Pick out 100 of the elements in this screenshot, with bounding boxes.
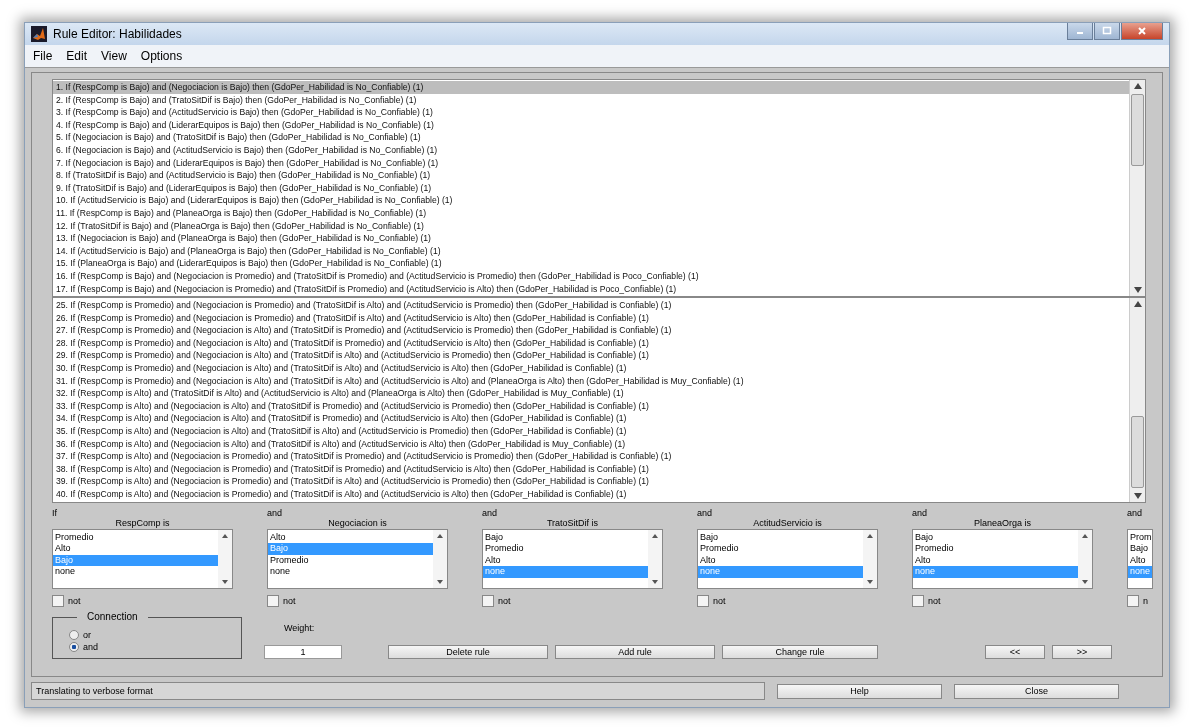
scroll-down-icon[interactable] xyxy=(1133,492,1142,499)
rule-item[interactable]: 6. If (Negociacion is Bajo) and (ActitudServicio is Bajo) then (GdoPer_Habilidad is No_Confiable) (1) xyxy=(53,143,1129,157)
footer-button[interactable]: Close xyxy=(954,683,1119,699)
rule-button[interactable]: Change rule xyxy=(722,644,878,659)
option-item[interactable]: Alto xyxy=(483,554,648,567)
rule-item[interactable]: 27. If (RespComp is Promedio) and (Negociacion is Alto) and (TratoSitDif is Promedio) and (ActitudServicio is Promedio) then (GdoPer_Habilidad is Confiable) (1) xyxy=(53,324,1129,337)
scroll-up-icon[interactable] xyxy=(652,533,658,538)
option-item[interactable]: Promedio xyxy=(483,543,648,555)
rule-item[interactable]: 12. If (TratoSitDif is Bajo) and (PlaneaOrga is Bajo) then (GdoPer_Habilidad is No_Confiable) (1) xyxy=(53,219,1129,233)
rule-item[interactable]: 37. If (RespComp is Alto) and (Negociacion is Promedio) and (TratoSitDif is Promedio) and (ActitudServicio is Promedio) then (GdoPer_Habilidad is Confiable) (1) xyxy=(53,450,1129,463)
rule-item[interactable]: 4. If (RespComp is Bajo) and (LiderarEquipos is Bajo) then (GdoPer_Habilidad is No_Confiable) (1) xyxy=(53,118,1129,132)
scroll-down-icon[interactable] xyxy=(652,579,658,584)
status-field: Translating to verbose format xyxy=(31,682,765,700)
variable-label: ActitudServicio is xyxy=(752,517,823,529)
rule-button[interactable]: << xyxy=(985,644,1045,659)
option-item[interactable]: Bajo xyxy=(1128,543,1152,555)
not-checkbox[interactable] xyxy=(1127,594,1139,607)
minimize-button[interactable] xyxy=(1067,23,1093,40)
option-item[interactable]: Bajo xyxy=(483,531,648,544)
option-item[interactable]: Alto xyxy=(913,554,1078,567)
rule-item[interactable]: 31. If (RespComp is Promedio) and (Negociacion is Alto) and (TratoSitDif is Alto) and (ActitudServicio is Alto) and (PlaneaOrga is Alto) then (GdoPer_Habilidad is Muy_Confiable) (1) xyxy=(53,374,1129,388)
scroll-down-icon[interactable] xyxy=(1133,287,1142,294)
not-checkbox[interactable] xyxy=(267,594,279,607)
maximize-button[interactable] xyxy=(1094,23,1120,40)
not-label: not xyxy=(68,595,81,606)
scroll-up-icon[interactable] xyxy=(437,533,443,538)
variable-label: TratoSitDif is xyxy=(545,517,600,529)
option-item[interactable]: Bajo xyxy=(913,531,1078,544)
rule-item[interactable]: 7. If (Negociacion is Bajo) and (LiderarEquipos is Bajo) then (GdoPer_Habilidad is No_Confiable) (1) xyxy=(53,156,1129,170)
not-checkbox[interactable] xyxy=(52,594,64,607)
rule-item[interactable]: 13. If (Negociacion is Bajo) and (PlaneaOrga is Bajo) then (GdoPer_Habilidad is No_Confiable) (1) xyxy=(53,232,1129,245)
rule-item[interactable]: 5. If (Negociacion is Bajo) and (TratoSitDif is Bajo) then (GdoPer_Habilidad is No_Confiable) (1) xyxy=(53,131,1129,144)
option-item[interactable]: Promedio xyxy=(698,543,863,555)
option-item[interactable]: Alto xyxy=(53,543,218,555)
rule-item[interactable]: 15. If (PlaneaOrga is Bajo) and (LiderarEquipos is Bajo) then (GdoPer_Habilidad is No_Confiable) (1) xyxy=(53,257,1129,270)
scroll-down-icon[interactable] xyxy=(437,579,443,584)
menu-item[interactable]: Options xyxy=(140,49,183,63)
rule-button[interactable]: Add rule xyxy=(555,644,715,659)
radio-button[interactable] xyxy=(69,641,79,652)
rule-item[interactable]: 34. If (RespComp is Alto) and (Negociacion is Alto) and (TratoSitDif is Promedio) and (ActitudServicio is Alto) then (GdoPer_Habilidad is Confiable) (1) xyxy=(53,412,1129,426)
rule-item[interactable]: 40. If (RespComp is Alto) and (Negociacion is Promedio) and (TratoSitDif is Alto) and (ActitudServicio is Alto) then (GdoPer_Habilidad is Confiable) (1) xyxy=(53,488,1129,501)
rule-button[interactable]: >> xyxy=(1052,644,1112,659)
rule-item[interactable]: 9. If (TratoSitDif is Bajo) and (LiderarEquipos is Bajo) then (GdoPer_Habilidad is No_Confiable) (1) xyxy=(53,181,1129,195)
variable-label: RespComp is xyxy=(114,517,171,529)
rule-item[interactable]: 38. If (RespComp is Alto) and (Negociacion is Promedio) and (TratoSitDif is Promedio) and (ActitudServicio is Alto) then (GdoPer_Habilidad is Confiable) (1) xyxy=(53,462,1129,476)
connection-title: Connection xyxy=(77,610,148,622)
scroll-up-icon[interactable] xyxy=(867,533,873,538)
not-checkbox[interactable] xyxy=(912,594,924,607)
scroll-down-icon[interactable] xyxy=(1082,579,1088,584)
option-item[interactable]: none xyxy=(53,566,218,578)
not-label: not xyxy=(928,595,941,606)
not-label: n xyxy=(1143,595,1148,606)
scroll-down-icon[interactable] xyxy=(222,579,228,584)
weight-field[interactable]: 1 xyxy=(264,644,342,659)
rule-button[interactable]: Delete rule xyxy=(388,644,548,659)
rule-item[interactable]: 3. If (RespComp is Bajo) and (ActitudServicio is Bajo) then (GdoPer_Habilidad is No_Confiable) (1) xyxy=(53,106,1129,119)
footer-button[interactable]: Help xyxy=(777,683,942,699)
option-item[interactable]: Alto xyxy=(698,554,863,567)
rule-item[interactable]: 36. If (RespComp is Alto) and (Negociacion is Alto) and (TratoSitDif is Alto) and (ActitudServicio is Alto) then (GdoPer_Habilidad is Muy_Confiable) (1) xyxy=(53,437,1129,451)
rule-item[interactable]: 28. If (RespComp is Promedio) and (Negociacion is Alto) and (TratoSitDif is Promedio) and (ActitudServicio is Alto) then (GdoPer_Habilidad is Confiable) (1) xyxy=(53,336,1129,350)
rule-item[interactable]: 30. If (RespComp is Promedio) and (Negociacion is Alto) and (TratoSitDif is Alto) and (ActitudServicio is Alto) then (GdoPer_Habilidad is Confiable) (1) xyxy=(53,362,1129,375)
rule-item[interactable]: 16. If (RespComp is Bajo) and (Negociacion is Promedio) and (TratoSitDif is Promedio) and (ActitudServicio is Promedio) then (GdoPer_Habilidad is Poco_Confiable) (1) xyxy=(53,269,1129,283)
menu-item[interactable]: File xyxy=(33,49,53,63)
rule-item[interactable]: 17. If (RespComp is Bajo) and (Negociacion is Promedio) and (TratoSitDif is Promedio) and (ActitudServicio is Alto) then (GdoPer_Habilidad is Poco_Confiable) (1) xyxy=(53,282,1129,296)
option-item[interactable]: none xyxy=(268,566,433,578)
rule-item[interactable]: 26. If (RespComp is Promedio) and (Negociacion is Promedio) and (TratoSitDif is Alto) and (ActitudServicio is Alto) then (GdoPer_Habilidad is Confiable) (1) xyxy=(53,311,1129,325)
rule-item[interactable]: 14. If (ActitudServicio is Bajo) and (PlaneaOrga is Bajo) then (GdoPer_Habilidad is No_Confiable) (1) xyxy=(53,244,1129,258)
radio-button[interactable] xyxy=(69,629,79,640)
rule-item[interactable]: 2. If (RespComp is Bajo) and (TratoSitDif is Bajo) then (GdoPer_Habilidad is No_Confiable) (1) xyxy=(53,93,1129,107)
option-item[interactable]: Promedio xyxy=(53,531,218,544)
scrollbar[interactable] xyxy=(1129,80,1145,297)
rule-item[interactable]: 29. If (RespComp is Promedio) and (Negociacion is Alto) and (TratoSitDif is Alto) and (ActitudServicio is Promedio) then (GdoPer_Habilidad is Confiable) (1) xyxy=(53,349,1129,363)
option-item[interactable]: Promedio xyxy=(913,543,1078,555)
option-item[interactable]: Alto xyxy=(1128,554,1152,567)
rule-item[interactable]: 33. If (RespComp is Alto) and (Negociacion is Alto) and (TratoSitDif is Promedio) and (ActitudServicio is Promedio) then (GdoPer_Habilidad is Confiable) (1) xyxy=(53,399,1129,413)
rule-item[interactable]: 1. If (RespComp is Bajo) and (Negociacion is Bajo) then (GdoPer_Habilidad is No_Confiable) (1) xyxy=(53,81,1129,94)
option-item[interactable]: Promedio xyxy=(268,554,433,567)
rule-item[interactable]: 25. If (RespComp is Promedio) and (Negociacion is Promedio) and (TratoSitDif is Alto) and (ActitudServicio is Promedio) then (GdoPer_Habilidad is Confiable) (1) xyxy=(53,299,1129,312)
option-item[interactable]: Prom xyxy=(1128,531,1152,544)
option-item[interactable]: Bajo xyxy=(698,531,863,544)
not-checkbox[interactable] xyxy=(482,594,494,607)
scroll-up-icon[interactable] xyxy=(1082,533,1088,538)
menu-item[interactable]: Edit xyxy=(66,49,88,63)
rule-item[interactable]: 35. If (RespComp is Alto) and (Negociacion is Alto) and (TratoSitDif is Alto) and (ActitudServicio is Promedio) then (GdoPer_Habilidad is Confiable) (1) xyxy=(53,425,1129,438)
radio-label: or xyxy=(83,629,91,640)
menu-item[interactable]: View xyxy=(101,49,127,63)
scroll-up-icon[interactable] xyxy=(222,533,228,538)
connector-label: and xyxy=(912,507,929,518)
scrollbar[interactable] xyxy=(1129,298,1145,502)
scroll-down-icon[interactable] xyxy=(867,579,873,584)
rule-item[interactable]: 10. If (ActitudServicio is Bajo) and (LiderarEquipos is Bajo) then (GdoPer_Habilidad is No_Confiable) (1) xyxy=(53,194,1129,207)
rule-item[interactable]: 39. If (RespComp is Alto) and (Negociacion is Promedio) and (TratoSitDif is Alto) and (ActitudServicio is Promedio) then (GdoPer_Habilidad is Confiable) (1) xyxy=(53,475,1129,488)
scroll-up-icon[interactable] xyxy=(1133,83,1142,89)
rule-item[interactable]: 32. If (RespComp is Alto) and (TratoSitDif is Alto) and (ActitudServicio is Alto) and (PlaneaOrga is Alto) then (GdoPer_Habilidad is Muy_Confiable) (1) xyxy=(53,387,1129,400)
option-item[interactable]: Alto xyxy=(268,531,433,544)
close-button[interactable] xyxy=(1121,23,1163,40)
scroll-up-icon[interactable] xyxy=(1133,301,1142,308)
not-checkbox[interactable] xyxy=(697,594,709,607)
rule-item[interactable]: 11. If (RespComp is Bajo) and (PlaneaOrga is Bajo) then (GdoPer_Habilidad is No_Confiable) (1) xyxy=(53,206,1129,220)
rule-item[interactable]: 8. If (TratoSitDif is Bajo) and (ActitudServicio is Bajo) then (GdoPer_Habilidad is No_Confiable) (1) xyxy=(53,169,1129,182)
